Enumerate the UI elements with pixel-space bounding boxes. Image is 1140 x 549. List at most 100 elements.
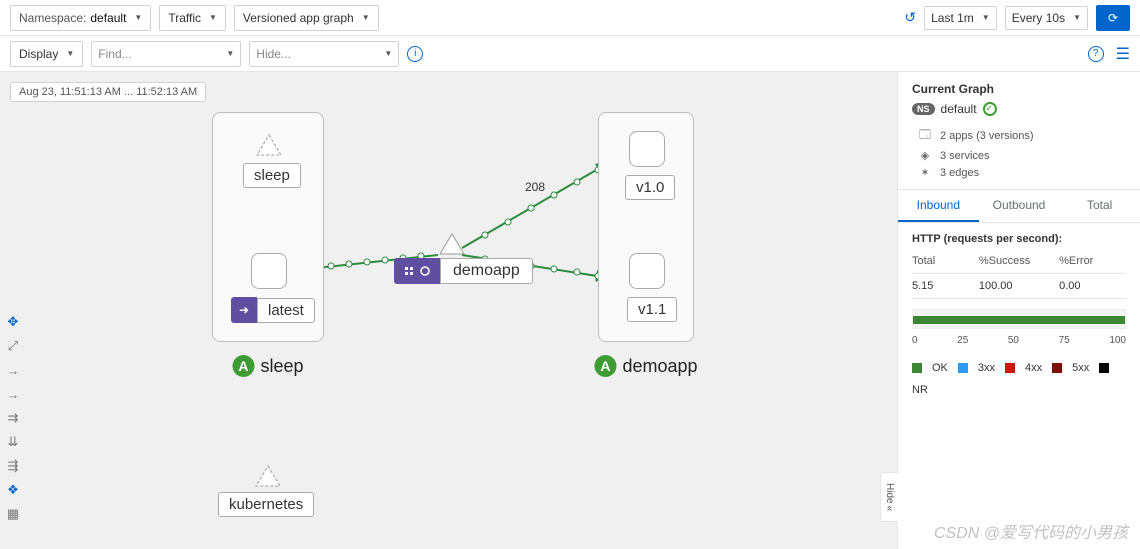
layout4-icon[interactable]: ❖ <box>3 480 23 500</box>
cell-total: 5.15 <box>912 280 979 292</box>
axis-100: 100 <box>1109 335 1126 346</box>
side-panel: Hide « Current Graph NS default 🗔2 apps … <box>897 72 1140 549</box>
app-name-demoapp: demoapp <box>622 356 697 377</box>
layout1-icon[interactable]: ⇉ <box>3 408 23 428</box>
caret-down-icon: ▼ <box>209 13 217 22</box>
graph-edges <box>0 72 897 549</box>
metric-title: HTTP (requests per second): <box>898 223 1140 249</box>
traffic-selector[interactable]: Traffic ▼ <box>159 5 226 31</box>
app-badge-icon: A <box>594 355 616 377</box>
display-selector[interactable]: Display ▼ <box>10 41 83 67</box>
time-range-selector[interactable]: Last 1m ▼ <box>924 6 997 30</box>
summary-edges-text: 3 edges <box>940 167 979 179</box>
swatch-3xx <box>958 363 968 373</box>
legend-icon[interactable]: ☰ <box>1116 44 1130 64</box>
graph-type-label: Versioned app graph <box>243 11 354 25</box>
legend-nr: NR <box>912 384 928 396</box>
service-demoapp-text: demoapp <box>440 258 533 284</box>
app-group-demoapp[interactable]: v1.0 v1.1 A demoapp <box>598 112 694 342</box>
hide-panel-toggle[interactable]: Hide « <box>880 472 898 522</box>
drag-icon[interactable]: ✥ <box>3 312 23 332</box>
namespace-row: NS default <box>912 102 1126 116</box>
find-input[interactable]: Find... ▼ <box>91 41 241 67</box>
panel-title: Current Graph <box>912 82 1126 96</box>
table-header: Total %Success %Error <box>912 249 1126 274</box>
traffic-label: Traffic <box>168 11 201 25</box>
ns-name: default <box>941 102 977 116</box>
fit-icon[interactable]: ⤢ <box>3 336 23 356</box>
summary-edges: ✶ 3 edges <box>918 166 1126 179</box>
swatch-4xx <box>1005 363 1015 373</box>
arrow-right-icon[interactable]: → <box>3 384 23 404</box>
col-error: %Error <box>1059 255 1126 267</box>
swatch-nr <box>1099 363 1109 373</box>
summary-services-text: 3 services <box>940 150 990 162</box>
layout2-icon[interactable]: ⇊ <box>3 432 23 452</box>
axis-0: 0 <box>912 335 918 346</box>
workload-label-v10: v1.0 <box>625 175 675 200</box>
layout3-icon[interactable]: ⇶ <box>3 456 23 476</box>
workload-label-latest: ➜ latest <box>231 297 315 323</box>
cell-success: 100.00 <box>979 280 1059 292</box>
services-icon: ◈ <box>918 149 932 162</box>
status-legend: OK 3xx 4xx 5xx NR <box>898 356 1140 402</box>
traffic-tabs: Inbound Outbound Total <box>898 189 1140 223</box>
edge-rate-label: 208 <box>525 180 545 194</box>
health-ok-icon <box>983 102 997 116</box>
help-links: ? ☰ <box>1088 44 1130 64</box>
graph-type-selector[interactable]: Versioned app graph ▼ <box>234 5 379 31</box>
layout5-icon[interactable]: ▦ <box>3 504 23 524</box>
sparkline-axis: 0 25 50 75 100 <box>912 335 1126 346</box>
main-area: Aug 23, 11:51:13 AM ... 11:52:13 AM ✥ ⤢ … <box>0 72 1140 549</box>
hide-label: Hide <box>884 483 895 504</box>
summary-apps-text: 2 apps (3 versions) <box>940 130 1034 142</box>
hide-placeholder: Hide... <box>256 47 291 61</box>
workload-node-v11[interactable] <box>629 253 665 289</box>
tab-outbound[interactable]: Outbound <box>979 190 1060 222</box>
legend-ok: OK <box>932 362 948 374</box>
col-success: %Success <box>979 255 1059 267</box>
metric-table: Total %Success %Error 5.15 100.00 0.00 <box>898 249 1140 299</box>
route-icon: ➜ <box>231 297 257 323</box>
axis-75: 75 <box>1059 335 1070 346</box>
refresh-button[interactable]: ⟳ <box>1096 5 1130 31</box>
service-node-demoapp[interactable] <box>438 232 466 256</box>
sparkline-fill <box>913 316 1125 324</box>
refresh-interval-selector[interactable]: Every 10s ▼ <box>1005 6 1088 30</box>
swatch-ok <box>912 363 922 373</box>
history-icon[interactable]: ↺ <box>904 9 916 26</box>
apps-icon: 🗔 <box>918 126 932 145</box>
tab-total[interactable]: Total <box>1059 190 1140 222</box>
refresh-interval-label: Every 10s <box>1012 11 1065 25</box>
canvas-tool-rail: ✥ ⤢ → → ⇉ ⇊ ⇶ ❖ ▦ <box>3 312 23 524</box>
tab-inbound[interactable]: Inbound <box>898 190 979 222</box>
arrow-right-icon[interactable]: → <box>3 360 23 380</box>
workload-node-latest[interactable] <box>251 253 287 289</box>
caret-down-icon: ▼ <box>362 13 370 22</box>
edges-icon: ✶ <box>918 166 932 179</box>
workload-label-v11: v1.1 <box>627 297 677 322</box>
app-label-demoapp: A demoapp <box>594 355 697 377</box>
app-name-sleep: sleep <box>260 356 303 377</box>
namespace-label: Namespace: <box>19 11 86 25</box>
sparkline: 0 25 50 75 100 <box>898 299 1140 356</box>
display-label: Display <box>19 47 58 61</box>
graph-canvas[interactable]: Aug 23, 11:51:13 AM ... 11:52:13 AM ✥ ⤢ … <box>0 72 897 549</box>
namespace-selector[interactable]: Namespace: default ▼ <box>10 5 151 31</box>
service-node-kubernetes[interactable] <box>254 464 282 488</box>
summary-apps: 🗔 2 apps (3 versions) <box>918 126 1126 145</box>
caret-down-icon: ▼ <box>982 13 990 22</box>
col-total: Total <box>912 255 979 267</box>
help-icon[interactable]: i <box>407 46 423 62</box>
secondary-toolbar: Display ▼ Find... ▼ Hide... ▼ i ? ☰ <box>0 36 1140 72</box>
caret-down-icon: ▼ <box>66 49 74 58</box>
service-node-sleep[interactable] <box>255 133 283 157</box>
app-group-sleep[interactable]: sleep ➜ latest A sleep <box>212 112 324 342</box>
workload-node-v10[interactable] <box>629 131 665 167</box>
app-badge-icon: A <box>232 355 254 377</box>
hide-input[interactable]: Hide... ▼ <box>249 41 399 67</box>
sparkline-bar <box>912 309 1126 329</box>
tour-icon[interactable]: ? <box>1088 46 1104 62</box>
service-icons <box>394 258 440 284</box>
ns-badge: NS <box>912 103 935 115</box>
